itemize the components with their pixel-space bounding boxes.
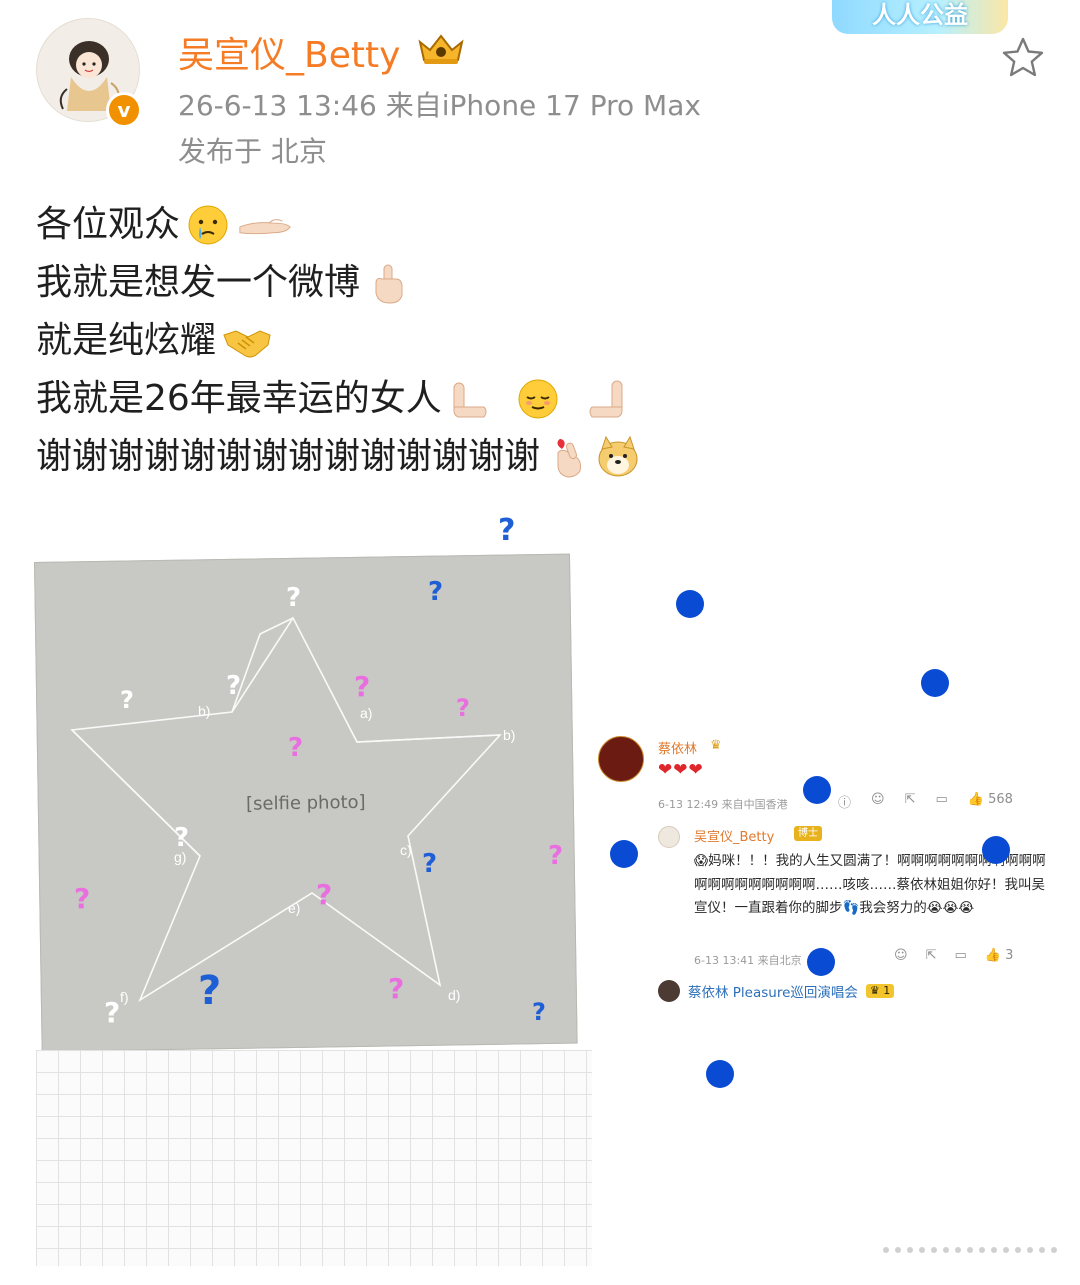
post-line-1: 各位观众 xyxy=(36,196,640,254)
share-icon[interactable]: ⇱ xyxy=(905,792,916,811)
post-line-text: 我就是26年最幸运的女人 xyxy=(36,378,442,419)
reply-actions: ☺ ⇱ ▭ 👍 3 xyxy=(894,948,1013,963)
post-line-text: 谢谢谢谢谢谢谢谢谢谢谢谢谢谢 xyxy=(36,436,541,477)
watermark xyxy=(883,1247,1057,1253)
like-button[interactable]: 👍 3 xyxy=(985,948,1014,963)
post-line-2: 我就是想发一个微博 xyxy=(36,254,640,312)
sub-reply-avatar xyxy=(658,980,680,1002)
post-line-3: 就是纯炫耀 xyxy=(36,312,640,370)
crying-face-icon xyxy=(188,205,228,245)
username[interactable]: 吴宣仪_Betty xyxy=(178,26,400,78)
verified-badge: v xyxy=(106,92,142,128)
grid-paper-background xyxy=(36,1050,592,1266)
question-mark-icon: ? xyxy=(498,513,515,548)
share-icon[interactable]: ⇱ xyxy=(926,948,937,963)
blue-dot xyxy=(921,669,949,697)
reply-icon[interactable]: ▭ xyxy=(954,948,966,963)
post-line-text: 我就是想发一个微博 xyxy=(36,262,361,303)
finger-heart-icon xyxy=(557,439,582,478)
post-line-text: 各位观众 xyxy=(36,204,181,245)
like-count: 3 xyxy=(1005,948,1014,963)
index-pointing-up-icon xyxy=(375,264,403,304)
commenter-name[interactable]: 蔡依林 xyxy=(658,738,697,757)
reply-avatar[interactable] xyxy=(658,826,680,848)
leftwards-hand-icon xyxy=(453,382,487,418)
relieved-face-icon xyxy=(518,379,558,419)
reply-meta: 6-13 13:41 来自北京 xyxy=(694,954,802,967)
palm-up-hand-icon xyxy=(239,219,291,235)
report-icon[interactable]: ⓘ xyxy=(838,792,851,811)
doge-icon xyxy=(598,435,638,477)
blue-dot xyxy=(706,1060,734,1088)
post-text: 各位观众 我就是想发一个微博 就是纯炫耀 我就是26年最幸运的女人 谢谢谢谢谢谢… xyxy=(36,196,640,486)
reply-badge: 博士 xyxy=(794,826,822,841)
blue-dot xyxy=(676,590,704,618)
handshake-icon xyxy=(223,330,271,358)
post-meta: 26-6-13 13:46 来自iPhone 17 Pro Max xyxy=(178,89,701,122)
favorite-star-button[interactable] xyxy=(1000,34,1046,80)
crown-badge: ♛ 1 xyxy=(865,984,895,998)
comment-actions: ⓘ ☺ ⇱ ▭ 👍 568 xyxy=(838,792,1013,811)
sub-reply[interactable]: 蔡依林 Pleasure巡回演唱会 ♛ 1 xyxy=(658,980,895,1002)
emoji-icon[interactable]: ☺ xyxy=(894,948,908,963)
post-line-text: 就是纯炫耀 xyxy=(36,320,217,361)
reply-text: 😱妈咪！！！我的人生又圆满了！啊啊啊啊啊啊啊啊啊啊啊啊啊啊啊啊啊啊啊啊……咳咳…… xyxy=(694,853,1046,916)
comment-screenshot: 蔡依林 ♛ ❤❤❤ 6-13 12:49 来自中国香港 ⓘ ☺ ⇱ ▭ 👍 56… xyxy=(588,720,1050,1020)
crown-icon: ♛ xyxy=(710,738,722,753)
post-line-4: 我就是26年最幸运的女人 xyxy=(36,370,640,428)
rightwards-hand-icon xyxy=(589,380,623,418)
emoji-icon[interactable]: ☺ xyxy=(871,792,885,811)
sub-reply-name[interactable]: 蔡依林 Pleasure巡回演唱会 xyxy=(688,981,858,1001)
post-line-5: 谢谢谢谢谢谢谢谢谢谢谢谢谢谢 xyxy=(36,428,640,486)
comment-meta: 6-13 12:49 来自中国香港 xyxy=(658,798,788,811)
like-button[interactable]: 👍 568 xyxy=(968,792,1013,811)
commenter-avatar[interactable] xyxy=(598,736,644,782)
like-count: 568 xyxy=(988,792,1013,807)
selfie-photo[interactable]: [selfie photo] xyxy=(34,553,578,1052)
crown-icon xyxy=(418,34,464,64)
campaign-badge[interactable]: 人人公益 xyxy=(832,0,1008,34)
comment-hearts: ❤❤❤ xyxy=(658,760,704,780)
reply-icon[interactable]: ▭ xyxy=(935,792,947,811)
post-location: 发布于 北京 xyxy=(178,135,327,168)
reply-name[interactable]: 吴宣仪_Betty xyxy=(694,826,774,845)
